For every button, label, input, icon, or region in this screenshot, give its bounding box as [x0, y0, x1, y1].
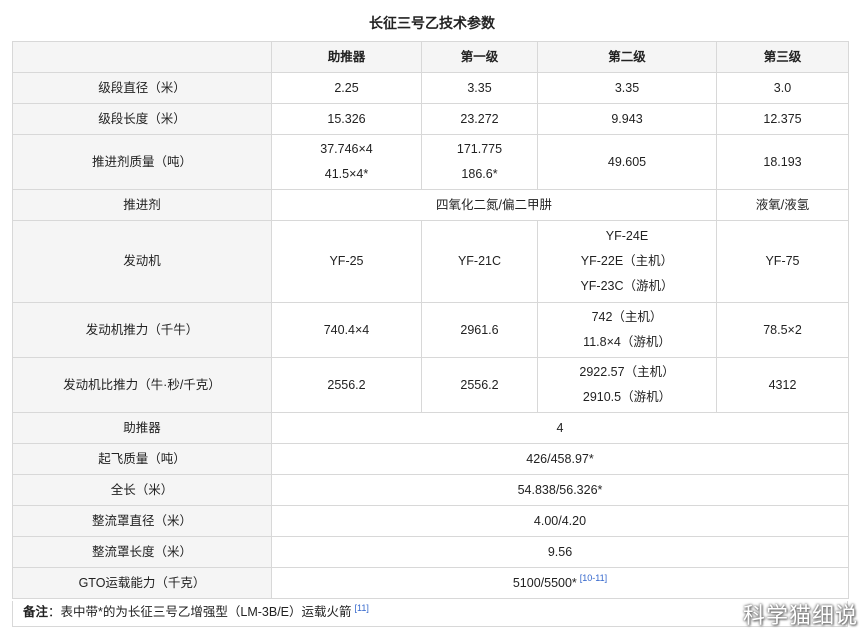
- cell-line: YF-23C（游机）: [580, 279, 674, 293]
- cell-line: 11.8×4（游机）: [583, 335, 671, 349]
- row-label: 发动机推力（千牛）: [12, 302, 272, 358]
- table-row-specific-impulse: 发动机比推力（牛·秒/千克） 2556.2 2556.2 2922.57（主机）…: [12, 357, 849, 413]
- header-stage1: 第一级: [421, 41, 538, 73]
- cell-stage3: 12.375: [716, 103, 849, 135]
- cell-stage2: 742（主机） 11.8×4（游机）: [537, 302, 717, 358]
- gto-value: 5100/5500*: [512, 575, 577, 590]
- table-row-length: 级段长度（米） 15.326 23.272 9.943 12.375: [12, 103, 849, 135]
- table-row-gto-capacity: GTO运载能力（千克） 5100/5500* [10-11]: [12, 567, 849, 599]
- cell-stage1: YF-21C: [421, 220, 538, 303]
- cell-line: 2922.57（主机）: [579, 365, 675, 379]
- table-row-fairing-diameter: 整流罩直径（米） 4.00/4.20: [12, 505, 849, 537]
- table-row-propellant: 推进剂 四氧化二氮/偏二甲肼 液氧/液氢: [12, 189, 849, 221]
- cell-booster: 2556.2: [271, 357, 422, 413]
- header-booster: 助推器: [271, 41, 422, 73]
- cell-line: YF-22E（主机）: [580, 254, 674, 268]
- cell-booster: 37.746×4 41.5×4*: [271, 134, 422, 190]
- cell-value: 54.838/56.326*: [271, 474, 849, 506]
- cell-booster: 2.25: [271, 72, 422, 104]
- cell-line: 186.6*: [461, 167, 498, 181]
- cell-stage1: 3.35: [421, 72, 538, 104]
- row-label: GTO运载能力（千克）: [12, 567, 272, 599]
- watermark: 科学猫细说: [742, 603, 858, 628]
- row-label: 整流罩长度（米）: [12, 536, 272, 568]
- row-label: 整流罩直径（米）: [12, 505, 272, 537]
- row-label: 发动机比推力（牛·秒/千克）: [12, 357, 272, 413]
- header-stage2: 第二级: [537, 41, 717, 73]
- reference-link[interactable]: [10-11]: [580, 573, 607, 583]
- cell-line: 171.775: [456, 142, 503, 156]
- header-corner: [12, 41, 272, 73]
- table-header-row: 助推器 第一级 第二级 第三级: [12, 41, 849, 73]
- row-label: 推进剂质量（吨）: [12, 134, 272, 190]
- table-row-engine: 发动机 YF-25 YF-21C YF-24E YF-22E（主机） YF-23…: [12, 220, 849, 303]
- cell-stage1: 2961.6: [421, 302, 538, 358]
- row-label: 全长（米）: [12, 474, 272, 506]
- cell-line: 742（主机）: [591, 310, 663, 324]
- table-row-total-length: 全长（米） 54.838/56.326*: [12, 474, 849, 506]
- cell-line: 37.746×4: [320, 142, 373, 156]
- footnote: 备注：表中带*的为长征三号乙增强型（LM-3B/E）运载火箭 [11]: [12, 601, 848, 627]
- cell-stage3: 液氧/液氢: [716, 189, 849, 221]
- reference-link[interactable]: [11]: [355, 603, 369, 613]
- table-row-propellant-mass: 推进剂质量（吨） 37.746×4 41.5×4* 171.775 186.6*…: [12, 134, 849, 190]
- cell-line: 41.5×4*: [324, 167, 369, 181]
- table-row-diameter: 级段直径（米） 2.25 3.35 3.35 3.0: [12, 72, 849, 104]
- cell-stage3: 4312: [716, 357, 849, 413]
- cell-stages-1-2: 四氧化二氮/偏二甲肼: [271, 189, 717, 221]
- table-row-fairing-length: 整流罩长度（米） 9.56: [12, 536, 849, 568]
- cell-stage2: 49.605: [537, 134, 717, 190]
- cell-stage1: 23.272: [421, 103, 538, 135]
- row-label: 推进剂: [12, 189, 272, 221]
- row-label: 发动机: [12, 220, 272, 303]
- cell-value: 9.56: [271, 536, 849, 568]
- cell-value: 426/458.97*: [271, 443, 849, 475]
- cell-stage3: 18.193: [716, 134, 849, 190]
- cell-stage2: 3.35: [537, 72, 717, 104]
- footnote-label: 备注: [23, 605, 49, 619]
- row-label: 起飞质量（吨）: [12, 443, 272, 475]
- cell-value: 4: [271, 412, 849, 444]
- row-label: 级段直径（米）: [12, 72, 272, 104]
- cell-value: 4.00/4.20: [271, 505, 849, 537]
- cell-stage1: 171.775 186.6*: [421, 134, 538, 190]
- cell-booster: YF-25: [271, 220, 422, 303]
- cell-line: 2910.5（游机）: [582, 390, 672, 404]
- cell-booster: 740.4×4: [271, 302, 422, 358]
- table-row-liftoff-mass: 起飞质量（吨） 426/458.97*: [12, 443, 849, 475]
- table-row-boosters: 助推器 4: [12, 412, 849, 444]
- cell-stage3: 78.5×2: [716, 302, 849, 358]
- cell-stage1: 2556.2: [421, 357, 538, 413]
- cell-stage3: 3.0: [716, 72, 849, 104]
- row-label: 级段长度（米）: [12, 103, 272, 135]
- table-title: 长征三号乙技术参数: [369, 15, 495, 31]
- spec-table: 助推器 第一级 第二级 第三级 级段直径（米） 2.25 3.35 3.35 3…: [12, 41, 849, 599]
- footnote-text: ：表中带*的为长征三号乙增强型（LM-3B/E）运载火箭: [48, 605, 352, 619]
- cell-stage2: 2922.57（主机） 2910.5（游机）: [537, 357, 717, 413]
- cell-value: 5100/5500* [10-11]: [271, 567, 849, 599]
- row-label: 助推器: [12, 412, 272, 444]
- cell-stage2: YF-24E YF-22E（主机） YF-23C（游机）: [537, 220, 717, 303]
- cell-line: YF-24E: [605, 229, 649, 243]
- cell-stage3: YF-75: [716, 220, 849, 303]
- cell-booster: 15.326: [271, 103, 422, 135]
- cell-stage2: 9.943: [537, 103, 717, 135]
- table-row-thrust: 发动机推力（千牛） 740.4×4 2961.6 742（主机） 11.8×4（…: [12, 302, 849, 358]
- header-stage3: 第三级: [716, 41, 849, 73]
